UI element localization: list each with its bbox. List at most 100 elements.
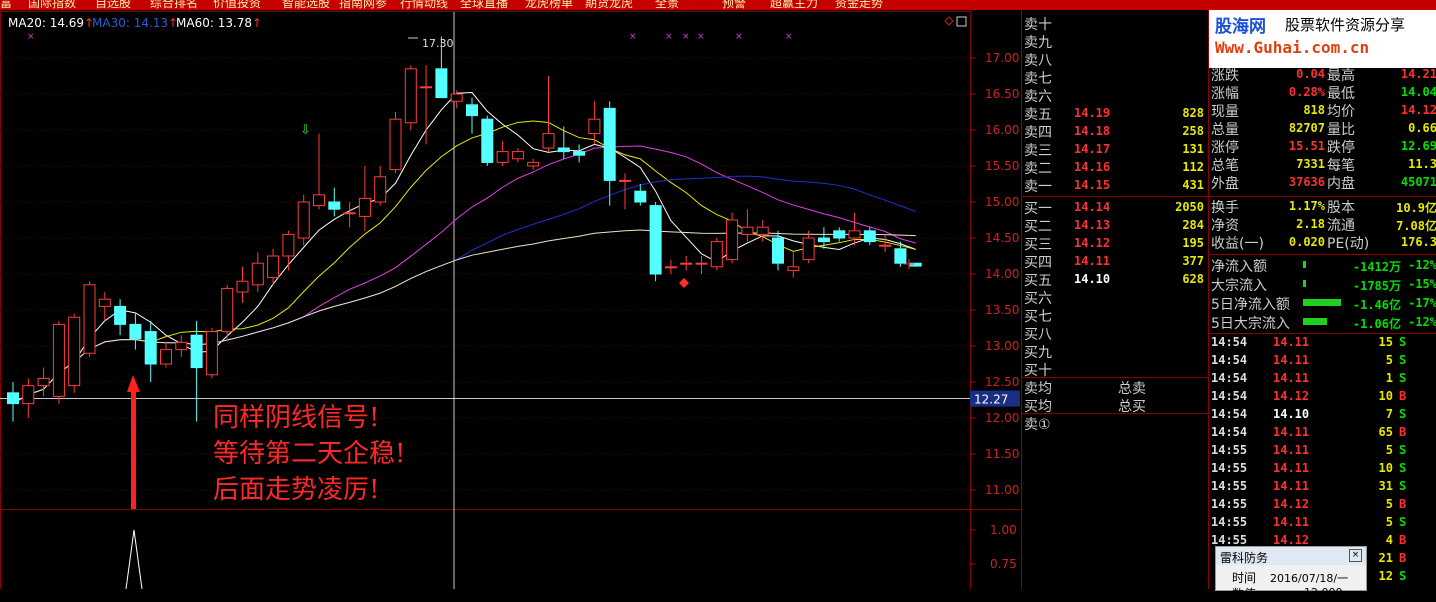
x-mark-icon: × xyxy=(27,32,35,42)
stat-value: 14.04 xyxy=(1400,85,1436,99)
candle-body xyxy=(297,201,310,239)
trade-side: B xyxy=(1399,389,1407,403)
stat-value: 2.18 xyxy=(1296,217,1325,231)
trade-side: S xyxy=(1399,335,1407,349)
orderbook-price: 14.10 xyxy=(1074,272,1111,286)
stat-label: 涨幅 xyxy=(1211,86,1239,102)
trade-volume: 12 xyxy=(1378,569,1393,583)
stat-value: 7331 xyxy=(1296,157,1325,171)
trade-side: B xyxy=(1399,425,1407,439)
stat-value: 11.3 xyxy=(1408,157,1436,171)
orderbook-row: 卖三 14.17 131 xyxy=(1022,140,1208,159)
orderbook-volume: 828 xyxy=(1182,106,1204,120)
candle-body xyxy=(466,104,478,117)
orderbook-level-label: 卖十 xyxy=(1024,17,1052,33)
y-tick-label: 16.00 xyxy=(985,123,1019,137)
stat-row: 净资 2.18 流通 7.08亿 xyxy=(1209,215,1436,234)
orderbook-price: 14.19 xyxy=(1074,106,1111,120)
popup-title: 雷科防务 xyxy=(1220,551,1269,565)
orderbook-price: 14.14 xyxy=(1074,200,1111,214)
trade-time: 14:55 xyxy=(1211,533,1248,547)
orderbook-volume: 628 xyxy=(1182,272,1204,286)
flow-row: 净流入额 -1412万 -12% xyxy=(1209,256,1436,275)
orderbook-volume: 377 xyxy=(1182,254,1204,268)
sub-y-tick-label: 0.75 xyxy=(990,557,1017,571)
candle-body xyxy=(221,287,234,333)
candle-body xyxy=(542,133,555,149)
orderbook-price: 14.15 xyxy=(1074,178,1111,192)
info-popup[interactable]: 雷科防务 × 时间 2016/07/18/一 数值 12.000 xyxy=(1215,546,1367,601)
flow-percent: -12% xyxy=(1408,315,1436,329)
candle-body xyxy=(420,86,433,89)
y-tick-label: 16.50 xyxy=(985,87,1019,101)
trade-volume: 1 xyxy=(1385,371,1393,385)
trade-row: 14:55 14.11 10 S xyxy=(1209,460,1436,478)
trade-price: 14.11 xyxy=(1273,371,1310,385)
stat-row: 现量 818 均价 14.12 xyxy=(1209,101,1436,120)
candle-body xyxy=(863,230,876,243)
candle-body xyxy=(313,194,325,207)
ma-line xyxy=(12,145,916,405)
right-panel: 股海网 股票软件资源分享 Www.Guhai.com.cn 涨跌 0.04 最高 14… xyxy=(1208,10,1436,589)
candle-body xyxy=(588,118,601,135)
candle-body xyxy=(404,68,417,124)
orderbook-row: 卖四 14.18 258 xyxy=(1022,122,1208,141)
orderbook-price: 14.16 xyxy=(1074,160,1111,174)
candle-body xyxy=(389,118,402,171)
orderbook-level-label: 卖七 xyxy=(1024,71,1052,87)
candle-body xyxy=(710,241,723,268)
orderbook-volume: 195 xyxy=(1182,236,1204,250)
flow-value: -1.06亿 xyxy=(1352,317,1401,331)
flow-label: 5日大宗流入 xyxy=(1211,316,1290,332)
candle-body xyxy=(894,248,907,264)
orderbook-row: 卖十 xyxy=(1022,14,1208,33)
trade-side: B xyxy=(1399,497,1407,511)
candle-body xyxy=(251,262,264,286)
kline-chart[interactable]: 17.00 16.50 16.00 15.50 15.00 14.50 14.00 13.50… xyxy=(0,0,1021,589)
brand-banner: 股海网 股票软件资源分享 Www.Guhai.com.cn xyxy=(1209,10,1436,68)
annotation-text: 等待第二天企稳! xyxy=(213,439,405,469)
trade-side: S xyxy=(1399,515,1407,529)
brand-slogan: 股票软件资源分享 xyxy=(1285,16,1406,34)
high-label: 17.30 xyxy=(422,37,454,50)
candle-body xyxy=(848,230,861,239)
stat-label: 涨跌 xyxy=(1211,68,1239,84)
candle-body xyxy=(634,190,647,203)
orderbook-level-label: 买一 xyxy=(1024,201,1052,217)
popup-value-key: 数值 xyxy=(1232,587,1257,601)
trade-row: 14:54 14.11 5 S xyxy=(1209,352,1436,370)
trade-row: 14:55 14.12 5 B xyxy=(1209,496,1436,514)
flow-label: 5日净流入额 xyxy=(1211,297,1290,313)
orderbook-row: 卖七 xyxy=(1022,68,1208,87)
close-icon[interactable]: × xyxy=(1349,549,1362,562)
annotation-text: 同样阴线信号! xyxy=(213,403,379,433)
stat-label: PE(动) xyxy=(1327,236,1370,252)
popup-time-value: 2016/07/18/一 xyxy=(1270,572,1349,585)
trade-time: 14:54 xyxy=(1211,353,1248,367)
candles xyxy=(7,36,922,422)
candle-body xyxy=(511,151,524,160)
price-axis: 17.00 16.50 16.00 15.50 15.00 14.50 14.00 13.50… xyxy=(970,51,1020,497)
grid-lines xyxy=(0,11,970,589)
trade-row: 14:54 14.10 7 S xyxy=(1209,406,1436,424)
trade-volume: 10 xyxy=(1378,389,1393,403)
sub-y-tick-label: 1.00 xyxy=(990,523,1017,537)
candle-body xyxy=(22,385,35,405)
orderbook-row: 买五 14.10 628 xyxy=(1022,270,1208,289)
orderbook-level-label: 买八 xyxy=(1024,327,1052,343)
sub-indicator: 1.00 0.75 xyxy=(125,523,1017,589)
stat-label: 收益(一) xyxy=(1211,236,1264,252)
red-arrow xyxy=(127,375,140,509)
orderbook-level-label: 卖四 xyxy=(1024,125,1052,141)
candle-body xyxy=(741,226,754,235)
ma-legend-label: MA30: 14.13 xyxy=(92,16,169,30)
orderbook-price: 14.17 xyxy=(1074,142,1111,156)
candle-body xyxy=(756,226,769,235)
avg-sell-label: 卖均 xyxy=(1024,381,1052,397)
orderbook-row: 买九 xyxy=(1022,342,1208,361)
trade-side: S xyxy=(1399,353,1407,367)
trade-row: 14:55 14.11 31 S xyxy=(1209,478,1436,496)
orderbook-volume: 431 xyxy=(1182,178,1204,192)
candle-body xyxy=(328,201,341,210)
ma-legend-item: MA20: 14.69↑ xyxy=(8,16,94,30)
